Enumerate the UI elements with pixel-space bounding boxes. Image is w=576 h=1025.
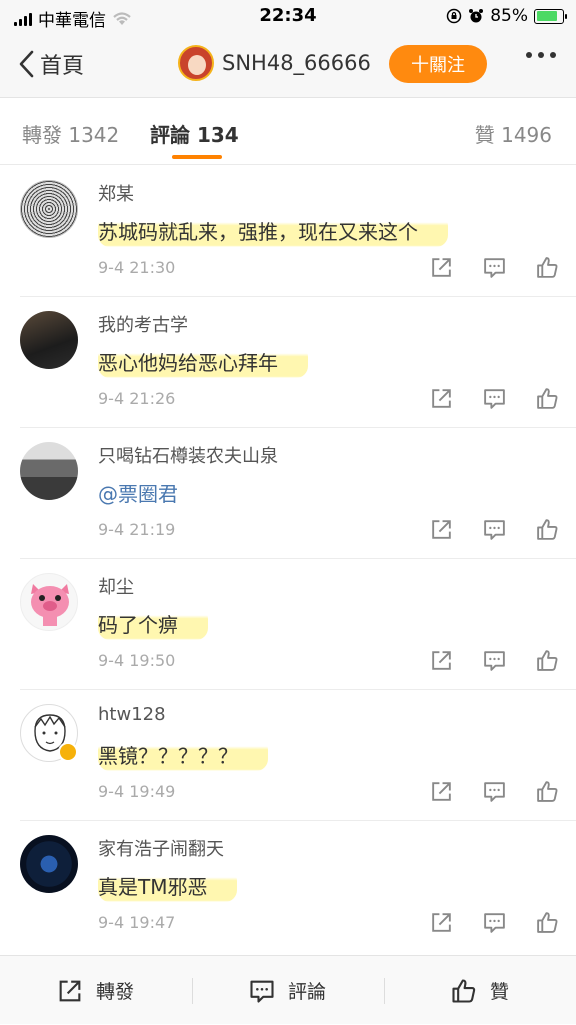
avatar[interactable] — [20, 573, 78, 631]
comment-author[interactable]: 只喝钻石樽装农夫山泉 — [98, 442, 278, 468]
comment-time: 9-4 21:30 — [98, 258, 176, 277]
comment-item: 郑某 苏城码就乱来，强推，现在又来这个 9-4 21:30 — [20, 166, 576, 297]
like-icon[interactable] — [535, 255, 560, 280]
nav-bar: 首頁 SNH48_66666 十關注 — [0, 32, 576, 98]
repost-icon[interactable] — [429, 255, 454, 280]
repost-icon[interactable] — [429, 517, 454, 542]
comment-item: 我的考古学 恶心他妈给恶心拜年 9-4 21:26 — [20, 297, 576, 428]
alarm-icon — [469, 9, 484, 23]
repost-label: 轉發 — [96, 981, 135, 1003]
nav-user[interactable]: SNH48_66666 — [178, 45, 371, 81]
battery-icon — [534, 8, 567, 24]
like-icon[interactable] — [535, 517, 560, 542]
back-label: 首頁 — [40, 54, 85, 79]
like-button[interactable]: 贊 — [450, 956, 509, 1025]
comment-icon[interactable] — [482, 648, 507, 673]
like-icon[interactable] — [535, 779, 560, 804]
comment-author[interactable]: 我的考古学 — [98, 311, 188, 337]
avatar[interactable] — [20, 835, 78, 893]
like-label: 贊 — [490, 981, 510, 1003]
comment-time: 9-4 19:49 — [98, 782, 176, 801]
comment-item: 只喝钻石樽装农夫山泉 @票圈君 9-4 21:19 — [20, 428, 576, 559]
tab-likes[interactable]: 贊 1496 — [475, 119, 552, 148]
comment-text: 恶心他妈给恶心拜年 — [98, 345, 308, 378]
comment-time: 9-4 21:19 — [98, 520, 176, 539]
verified-badge-icon — [58, 742, 78, 762]
comment-time: 9-4 21:26 — [98, 389, 176, 408]
comment-item: 家有浩子闹翻天 真是TM邪恶 9-4 19:47 — [20, 821, 576, 952]
like-icon[interactable] — [535, 386, 560, 411]
comment-item: htw128 黑镜？？？？？ 9-4 19:49 — [20, 690, 576, 821]
comment-author[interactable]: 郑某 — [98, 180, 134, 206]
comment-icon[interactable] — [482, 255, 507, 280]
active-tab-indicator — [172, 155, 222, 159]
repost-icon — [59, 980, 81, 1001]
tab-bar: 轉發 1342 評論 134 贊 1496 — [0, 99, 576, 165]
comment-text: 码了个痹 — [98, 607, 208, 640]
comment-author[interactable]: htw128 — [98, 704, 166, 725]
repost-icon[interactable] — [429, 779, 454, 804]
repost-button[interactable]: 轉發 — [56, 956, 134, 1025]
comment-text: 苏城码就乱来，强推，现在又来这个 — [98, 214, 448, 247]
more-icon[interactable] — [526, 52, 556, 58]
comment-icon[interactable] — [482, 517, 507, 542]
avatar[interactable] — [20, 311, 78, 369]
bottom-action-bar: 轉發 評論 贊 — [0, 955, 576, 1024]
status-bar: 中華電信 22:34 85% — [0, 0, 576, 32]
battery-percent: 85% — [490, 6, 528, 26]
like-icon — [452, 978, 476, 1003]
chevron-left-icon — [19, 50, 34, 78]
comment-list: 郑某 苏城码就乱来，强推，现在又来这个 9-4 21:30 我的考古学 恶心他妈… — [0, 166, 576, 952]
tab-repost[interactable]: 轉發 1342 — [22, 119, 119, 148]
comment-author[interactable]: 家有浩子闹翻天 — [98, 835, 224, 861]
comment-text: 真是TM邪恶 — [98, 869, 238, 902]
repost-icon[interactable] — [429, 386, 454, 411]
pig-avatar-icon — [31, 584, 69, 626]
mention-link[interactable]: @票圈君 — [98, 476, 208, 509]
comment-icon[interactable] — [482, 910, 507, 935]
comment-author[interactable]: 却尘 — [98, 573, 134, 599]
comment-text: 黑镜？？？？？ — [98, 738, 268, 771]
repost-icon[interactable] — [429, 648, 454, 673]
follow-button[interactable]: 十關注 — [389, 45, 487, 83]
comment-time: 9-4 19:47 — [98, 913, 176, 932]
comment-icon[interactable] — [482, 386, 507, 411]
comment-item: 却尘 码了个痹 9-4 19:50 — [20, 559, 576, 690]
comment-icon — [250, 980, 274, 1003]
avatar[interactable] — [178, 45, 214, 81]
tab-comments[interactable]: 評論 134 — [150, 119, 239, 148]
comment-time: 9-4 19:50 — [98, 651, 176, 670]
like-icon[interactable] — [535, 648, 560, 673]
nav-username: SNH48_66666 — [222, 51, 371, 75]
divider — [192, 978, 193, 1004]
divider — [384, 978, 385, 1004]
repost-icon[interactable] — [429, 910, 454, 935]
comment-icon[interactable] — [482, 779, 507, 804]
avatar[interactable] — [20, 442, 78, 500]
comment-label: 評論 — [288, 981, 327, 1003]
like-icon[interactable] — [535, 910, 560, 935]
back-button[interactable]: 首頁 — [16, 46, 84, 82]
comment-button[interactable]: 評論 — [248, 956, 326, 1025]
rotation-lock-icon — [446, 8, 462, 24]
avatar[interactable] — [20, 180, 78, 238]
